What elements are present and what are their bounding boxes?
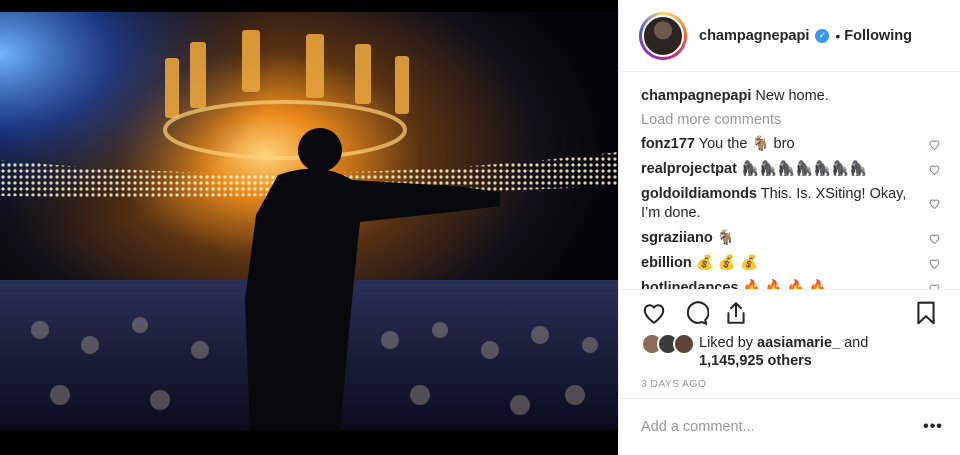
liked-by-prefix: Liked by [699, 335, 758, 351]
comment-username[interactable]: hotlinedances [641, 280, 739, 289]
comment-item: goldoildiamonds This. Is. XSiting! Okay,… [641, 185, 941, 223]
add-comment-bar: ••• [619, 398, 960, 455]
concert-photo [0, 0, 618, 455]
username-link[interactable]: champagnepapi [699, 28, 809, 44]
comment-item: sgraziiano 🐐 [641, 229, 941, 248]
comment-heart-icon[interactable] [928, 163, 941, 176]
avatar-image [642, 14, 684, 57]
comment-text: 🐐 [716, 230, 735, 246]
comment-username[interactable]: realprojectpat [641, 161, 737, 177]
comment-username[interactable]: goldoildiamonds [641, 186, 757, 202]
comment-heart-icon[interactable] [928, 257, 941, 270]
comment-heart-icon[interactable] [928, 138, 941, 151]
comment-input[interactable] [641, 419, 913, 435]
post-sidebar: champagnepapi ✓ • Following champagnepap… [618, 0, 960, 455]
comment-heart-icon[interactable] [928, 232, 941, 245]
comment-bubble-icon[interactable] [683, 300, 709, 326]
more-options-button[interactable]: ••• [913, 418, 953, 436]
comment-heart-icon[interactable] [928, 282, 941, 289]
post-timestamp[interactable]: 3 DAYS AGO [641, 378, 706, 390]
comment-username[interactable]: sgraziiano [641, 230, 713, 246]
liked-by-conjunction: and [840, 335, 869, 351]
comment-username[interactable]: ebillion [641, 255, 692, 271]
likes-summary: Liked by aasiamarie_ and 1,145,925 other… [641, 333, 951, 373]
share-icon[interactable] [723, 300, 749, 326]
caption-text: New home. [755, 88, 829, 104]
liker-avatars [641, 333, 697, 355]
comment-heart-icon[interactable] [928, 197, 941, 210]
comment-item: realprojectpat 🦍🦍🦍🦍🦍🦍🦍 [641, 160, 941, 179]
profile-avatar[interactable] [639, 11, 687, 60]
post-photo[interactable] [0, 0, 618, 455]
comment-username[interactable]: fonz177 [641, 136, 695, 152]
comment-item: hotlinedances 🔥 🔥 🔥 🔥 [641, 279, 941, 289]
liked-by-user-link[interactable]: aasiamarie_ [757, 335, 840, 351]
comments-list[interactable]: champagnepapi New home. Load more commen… [619, 73, 960, 289]
post-header: champagnepapi ✓ • Following [619, 0, 960, 72]
comment-text: You the 🐐 bro [698, 136, 795, 152]
heart-icon[interactable] [641, 300, 667, 326]
comment-text: 💰 💰 💰 [695, 255, 759, 271]
comment-text: 🦍🦍🦍🦍🦍🦍🦍 [740, 161, 868, 177]
caption-username[interactable]: champagnepapi [641, 88, 751, 104]
load-more-comments-button[interactable]: Load more comments [641, 111, 941, 129]
liked-by-text: Liked by aasiamarie_ and [699, 334, 868, 353]
comment-item: fonz177 You the 🐐 bro [641, 135, 941, 154]
following-button[interactable]: Following [844, 28, 912, 44]
separator-dot: • [835, 27, 841, 44]
liked-by-others-link[interactable]: 1,145,925 others [699, 352, 812, 371]
bookmark-icon[interactable] [913, 300, 939, 326]
post-caption: champagnepapi New home. [641, 87, 941, 105]
liker-avatar[interactable] [673, 333, 695, 355]
comment-text: 🔥 🔥 🔥 🔥 [742, 280, 827, 289]
post-actions-bar [619, 289, 960, 334]
comment-item: ebillion 💰 💰 💰 [641, 254, 941, 273]
verified-badge-icon: ✓ [815, 28, 830, 43]
